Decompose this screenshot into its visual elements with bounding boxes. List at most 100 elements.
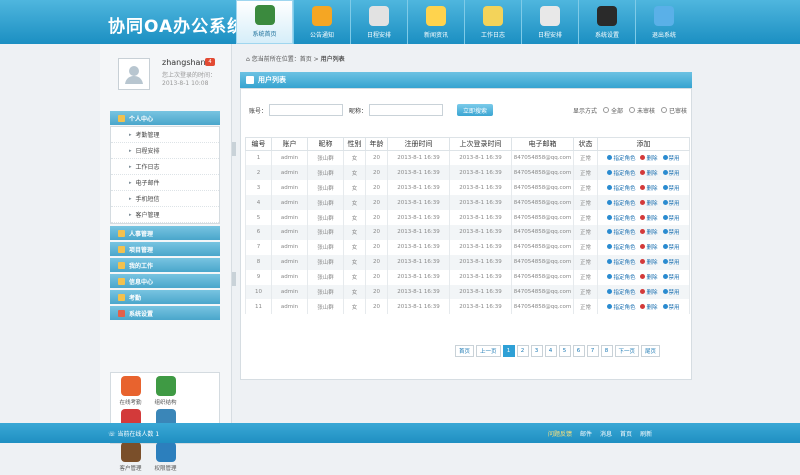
radio-unreviewed[interactable] [628,107,635,113]
action-link[interactable]: 删除 [640,274,658,281]
menu-personal-center[interactable]: 个人中心 [110,111,220,125]
action-link[interactable]: 禁用 [662,169,680,177]
radio-all[interactable] [602,107,609,113]
action-link[interactable]: 禁用 [662,244,680,251]
menu-head-item[interactable]: 信息中心 [110,274,220,288]
action-link[interactable]: 禁用 [662,214,680,222]
action-link[interactable]: 禁用 [662,303,680,311]
action-link[interactable]: 删除 [640,155,658,162]
menu-head-item[interactable]: 考勤 [110,290,220,304]
table-row[interactable]: 5 admin 张山群女 20 2013-8-1 16:39 2013-8-1 16:39… [245,210,690,225]
page-button[interactable]: 4 [544,345,557,357]
page-button[interactable]: 7 [586,345,599,357]
page-button[interactable]: 1 [502,345,515,357]
table-row[interactable]: 8 admin 张山群女 20 2013-8-1 16:39 2013-8-1 16:39… [245,254,690,270]
nav-item[interactable]: 工作日志 [464,0,521,44]
radio-reviewed[interactable] [660,107,667,113]
table-row[interactable]: 2 admin 张山群女 20 2013-8-1 16:39 2013-8-1 16:39… [245,165,690,181]
page-button[interactable]: 上一页 [476,345,501,357]
action-link[interactable]: 删除 [640,229,658,236]
table-row[interactable]: 3 admin 张山群女 20 2013-8-1 16:39 2013-8-1 16:39… [245,180,690,196]
footer-link[interactable]: 邮件 [580,429,592,438]
action-link[interactable]: 删除 [640,244,658,251]
submenu-item[interactable]: ▸ 工作日志 [111,159,219,175]
action-link[interactable]: 指定角色 [607,259,635,266]
nav-item[interactable]: 日程安排 [521,0,578,44]
username[interactable]: zhangshan [162,58,206,67]
submenu-item[interactable]: ▸ 手机短信 [111,191,219,207]
menu-head-item[interactable]: 项目管理 [110,242,220,256]
nav-item[interactable]: 公告通知 [293,0,350,44]
action-link[interactable]: 禁用 [662,155,680,162]
avatar[interactable] [118,58,150,90]
action-link[interactable]: 删除 [640,184,658,192]
menu-head-item[interactable]: 系统设置 [110,306,220,320]
page-button[interactable]: 6 [572,345,585,357]
account-input[interactable] [269,104,344,116]
quick-launch-item[interactable]: 客户管理 [113,442,148,475]
action-link[interactable]: 指定角色 [607,288,635,296]
page-button[interactable]: 3 [530,345,543,357]
page-button[interactable]: 2 [516,345,529,357]
page-button[interactable]: 下一页 [614,345,640,357]
action-link[interactable]: 指定角色 [607,303,635,311]
action-link[interactable]: 指定角色 [607,229,635,236]
page-button[interactable]: 首页 [455,345,475,357]
table-row[interactable]: 10 admin 张山群女 20 2013-8-1 16:39 2013-8-1 16:3… [245,284,690,300]
action-link[interactable]: 指定角色 [607,244,635,251]
table-row[interactable]: 11 admin 张山群女 20 2013-8-1 16:39 2013-8-1 16:3… [245,299,690,315]
action-link[interactable]: 禁用 [662,199,680,207]
action-link[interactable]: 删除 [640,214,658,222]
action-link[interactable]: 删除 [640,303,658,311]
action-link[interactable]: 指定角色 [607,274,635,281]
action-link[interactable]: 禁用 [662,229,680,236]
breadcrumb-path[interactable]: 您当前所在位置：首页 > [252,56,321,63]
action-link[interactable]: 删除 [640,288,658,296]
action-link[interactable]: 禁用 [662,184,680,192]
page-button[interactable]: 5 [558,345,571,357]
nav-item[interactable]: 日程安排 [350,0,407,44]
quick-launch-item[interactable]: 权限管理 [148,442,183,475]
quick-launch-item[interactable]: 组织结构 [148,376,183,409]
search-button[interactable]: 立即搜索 [457,104,494,116]
action-link[interactable]: 禁用 [662,274,680,281]
footer-link[interactable]: 消息 [600,429,612,438]
action-link[interactable]: 指定角色 [607,214,635,222]
action-link[interactable]: 禁用 [662,288,680,296]
nav-item[interactable]: 退出系统 [635,0,692,44]
nickname-input[interactable] [369,104,444,116]
footer-link[interactable]: 首页 [620,429,632,438]
nav-item[interactable]: 系统首页 [236,0,293,44]
menu-head-item[interactable]: 人事管理 [110,226,220,240]
table-row[interactable]: 7 admin 张山群女 20 2013-8-1 16:39 2013-8-1 16:39… [245,239,690,255]
quick-launch-item[interactable]: 在线考勤 [113,376,148,409]
disable-icon [662,274,668,280]
action-link[interactable]: 禁用 [662,259,680,266]
table-row[interactable]: 1 admin 张山群女 20 2013-8-1 16:39 2013-8-1 16:39… [245,150,690,166]
submenu-item[interactable]: ▸ 电子邮件 [111,175,219,191]
action-link[interactable]: 删除 [640,169,658,177]
menu-head-item[interactable]: 我的工作 [110,258,220,272]
table-row[interactable]: 4 admin 张山群女 20 2013-8-1 16:39 2013-8-1 16:39… [245,195,690,211]
action-link[interactable]: 指定角色 [607,199,636,207]
collapse-handle-bottom[interactable] [232,272,236,286]
message-count-badge[interactable]: 4 [205,58,215,66]
action-link[interactable]: 删除 [640,259,658,266]
page-button[interactable]: 尾页 [641,345,661,357]
nav-item[interactable]: 系统设置 [578,0,635,44]
footer-link[interactable]: 刷新 [640,429,652,438]
action-label: 指定角色 [613,200,636,207]
action-link[interactable]: 指定角色 [607,169,635,177]
action-link[interactable]: 删除 [640,199,658,207]
table-row[interactable]: 6 admin 张山群女 20 2013-8-1 16:39 2013-8-1 16:39… [245,224,690,240]
collapse-handle-top[interactable] [232,142,236,156]
submenu-item[interactable]: ▸ 客户管理 [111,207,219,223]
submenu-item[interactable]: ▸ 日程安排 [111,143,219,159]
submenu-item[interactable]: ▸ 考勤管理 [111,127,219,143]
footer-link[interactable]: 问题反馈 [548,429,572,438]
table-row[interactable]: 9 admin 张山群女 20 2013-8-1 16:39 2013-8-1 16:39… [245,269,690,285]
page-button[interactable]: 8 [600,345,613,357]
nav-item[interactable]: 新闻资讯 [407,0,464,44]
action-link[interactable]: 指定角色 [607,184,635,192]
action-link[interactable]: 指定角色 [607,155,635,162]
